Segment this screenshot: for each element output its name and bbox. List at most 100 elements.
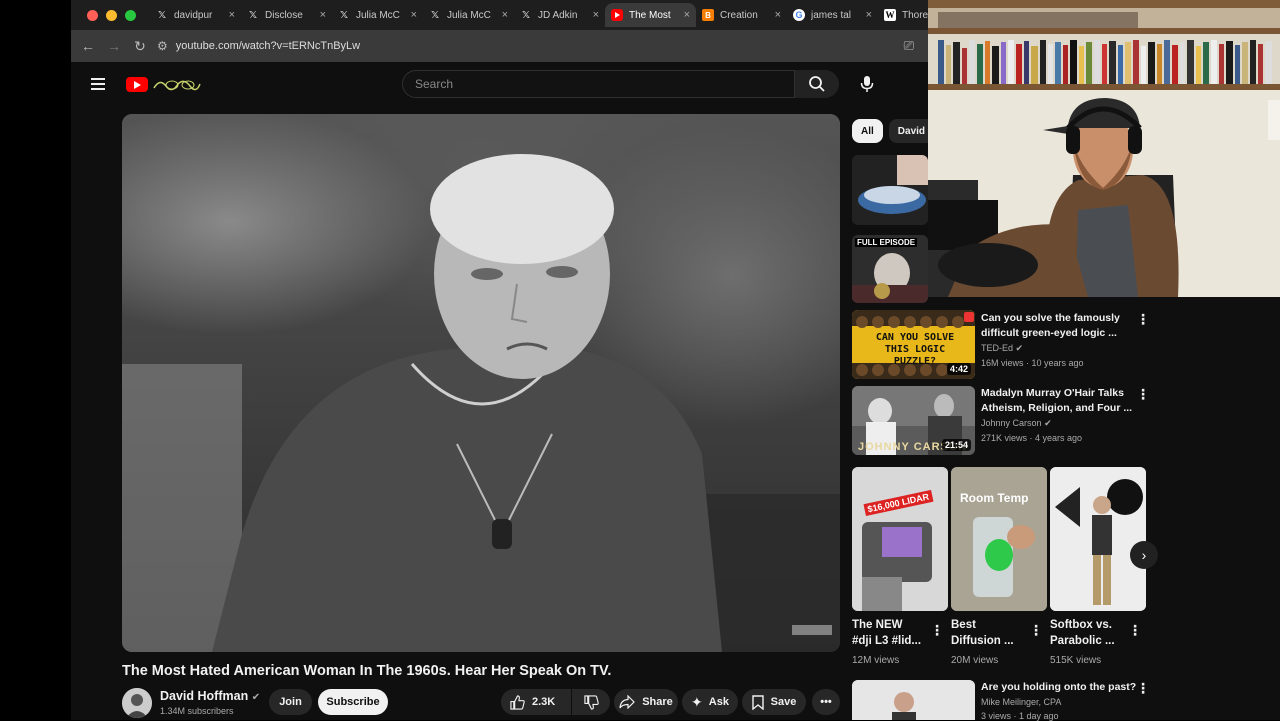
subscribe-button[interactable]: Subscribe [318,689,388,715]
forward-arrow-icon[interactable]: → [101,38,127,54]
related-video-thumbnail[interactable]: FULL EPISODE [852,235,928,303]
join-button[interactable]: Join [269,689,312,715]
thumbs-down-icon [583,694,599,710]
tab-close-icon[interactable]: × [229,9,235,21]
cast-icon[interactable]: ⎚ [904,38,914,54]
related-video-channel[interactable]: TED-Ed ✔ [981,343,1023,354]
more-actions-button[interactable]: ••• [812,689,840,715]
youtube-logo[interactable] [126,76,202,92]
window-controls [87,9,136,21]
related-video-channel[interactable]: Mike Meilinger, CPA [981,697,1061,707]
chip-all[interactable]: All [852,119,883,143]
short-views: 20M views [951,655,999,666]
related-video-thumbnail[interactable] [852,680,975,720]
voice-search-button[interactable] [851,70,883,98]
more-vertical-icon[interactable]: ⋮ [1136,311,1150,328]
thumbnail-label: FULL EPISODE [855,238,918,247]
tab-close-icon[interactable]: × [502,9,508,21]
shelf-next-button[interactable]: › [1130,541,1158,569]
more-vertical-icon[interactable]: ⋮ [1029,622,1043,639]
tab-thoreau[interactable]: WThorea [878,3,928,27]
tab-james-tal[interactable]: Gjames tal × [787,3,878,27]
more-vertical-icon[interactable]: ⋮ [930,622,944,639]
tab-creation[interactable]: B Creation × [696,3,787,27]
video-title: The Most Hated American Woman In The 196… [122,663,612,679]
blogger-icon: B [702,9,714,21]
menu-icon[interactable] [91,78,105,93]
chevron-right-icon: › [1141,547,1147,563]
video-frame-image [122,154,840,652]
tab-julia-1[interactable]: 𝕏 Julia McC × [332,3,423,27]
related-video-channel[interactable]: Johnny Carson ✔ [981,418,1052,429]
video-duration: 4:42 [946,363,971,375]
back-arrow-icon[interactable]: ← [75,38,101,54]
x-icon: 𝕏 [339,9,349,21]
related-video-title[interactable]: Can you solve the famously difficult gree… [981,311,1120,341]
tab-close-icon[interactable]: × [775,9,781,21]
related-video-title[interactable]: Madalyn Murray O'Hair Talks Atheism, Reli… [981,386,1132,416]
short-thumbnail[interactable]: Room Temp [951,467,1047,611]
related-video-thumbnail[interactable] [852,155,928,225]
chip-channel[interactable]: David H [888,119,928,143]
short-views: 12M views [852,655,900,666]
reload-icon[interactable]: ↻ [127,38,153,55]
thumbnail-text: CAN YOU SOLVE THIS LOGIC PUZZLE? [875,332,955,367]
tab-bar: 𝕏davidpur × 𝕏 Disclose × 𝕏 Julia McC × 𝕏 Julia… [71,0,928,30]
tab-jd-adkin[interactable]: 𝕏 JD Adkin × [514,3,605,27]
channel-avatar[interactable] [122,688,152,718]
tab-close-icon[interactable]: × [684,9,690,21]
youtube-header [71,62,928,106]
channel-watermark [792,625,832,635]
tab-close-icon[interactable]: × [411,9,417,21]
short-thumbnail[interactable] [1050,467,1146,611]
webcam-overlay [928,0,1280,297]
verified-icon: ✔ [1015,343,1024,353]
tab-the-most[interactable]: The Most × [605,3,696,27]
youtube-play-icon [126,76,148,92]
more-horizontal-icon: ••• [820,696,832,708]
tab-close-icon[interactable]: × [593,9,599,21]
address-bar[interactable]: ⚙ youtube.com/watch?v=tERNcTnByLw [157,39,360,53]
more-vertical-icon[interactable]: ⋮ [1128,622,1142,639]
tab-close-icon[interactable]: × [320,9,326,21]
share-button[interactable]: Share [614,689,678,715]
search-input[interactable] [415,77,794,91]
verified-icon: ✔ [251,692,261,703]
more-vertical-icon[interactable]: ⋮ [1136,386,1150,403]
dislike-button[interactable] [572,689,610,715]
save-button[interactable]: Save [742,689,806,715]
more-vertical-icon[interactable]: ⋮ [1136,680,1150,697]
tab-close-icon[interactable]: × [866,9,872,21]
short-title[interactable]: The NEW #dji L3 #lid... [852,617,921,649]
channel-name[interactable]: David Hoffman ✔ [160,689,260,703]
zoom-window-button[interactable] [125,9,136,21]
site-settings-icon[interactable]: ⚙ [157,39,168,53]
webcam-image [928,0,1280,297]
related-video-title[interactable]: Are you holding onto the past? [981,680,1136,695]
x-icon: 𝕏 [248,9,258,21]
doodle-logo-icon [153,80,201,91]
thumbs-up-icon [510,694,525,710]
related-filter-chips: All David H [852,119,928,143]
wikipedia-icon: W [884,9,896,21]
short-title[interactable]: Best Diffusion ... [951,617,1014,649]
ask-button[interactable]: ✦ Ask [682,689,738,715]
short-title[interactable]: Softbox vs. Parabolic ... [1050,617,1115,649]
related-video-thumbnail[interactable]: CAN YOU SOLVE THIS LOGIC PUZZLE? 4:42 [852,310,975,379]
related-video-thumbnail[interactable]: JOHNNY CARSON 21:54 [852,386,975,455]
x-icon: 𝕏 [157,9,167,21]
video-player[interactable] [122,114,840,652]
tab-davidpur[interactable]: 𝕏davidpur × [150,3,241,27]
short-views: 515K views [1050,655,1102,666]
minimize-window-button[interactable] [106,9,117,21]
tab-julia-2[interactable]: 𝕏 Julia McC × [423,3,514,27]
search-box[interactable] [402,70,795,98]
search-button[interactable] [795,70,839,98]
close-window-button[interactable] [87,9,98,21]
like-button[interactable]: 2.3K [501,689,571,715]
x-icon: 𝕏 [521,9,531,21]
youtube-icon [611,9,623,21]
tab-disclose[interactable]: 𝕏 Disclose × [241,3,332,27]
short-thumbnail[interactable]: $16,000 LIDAR [852,467,948,611]
search-icon [809,76,825,92]
